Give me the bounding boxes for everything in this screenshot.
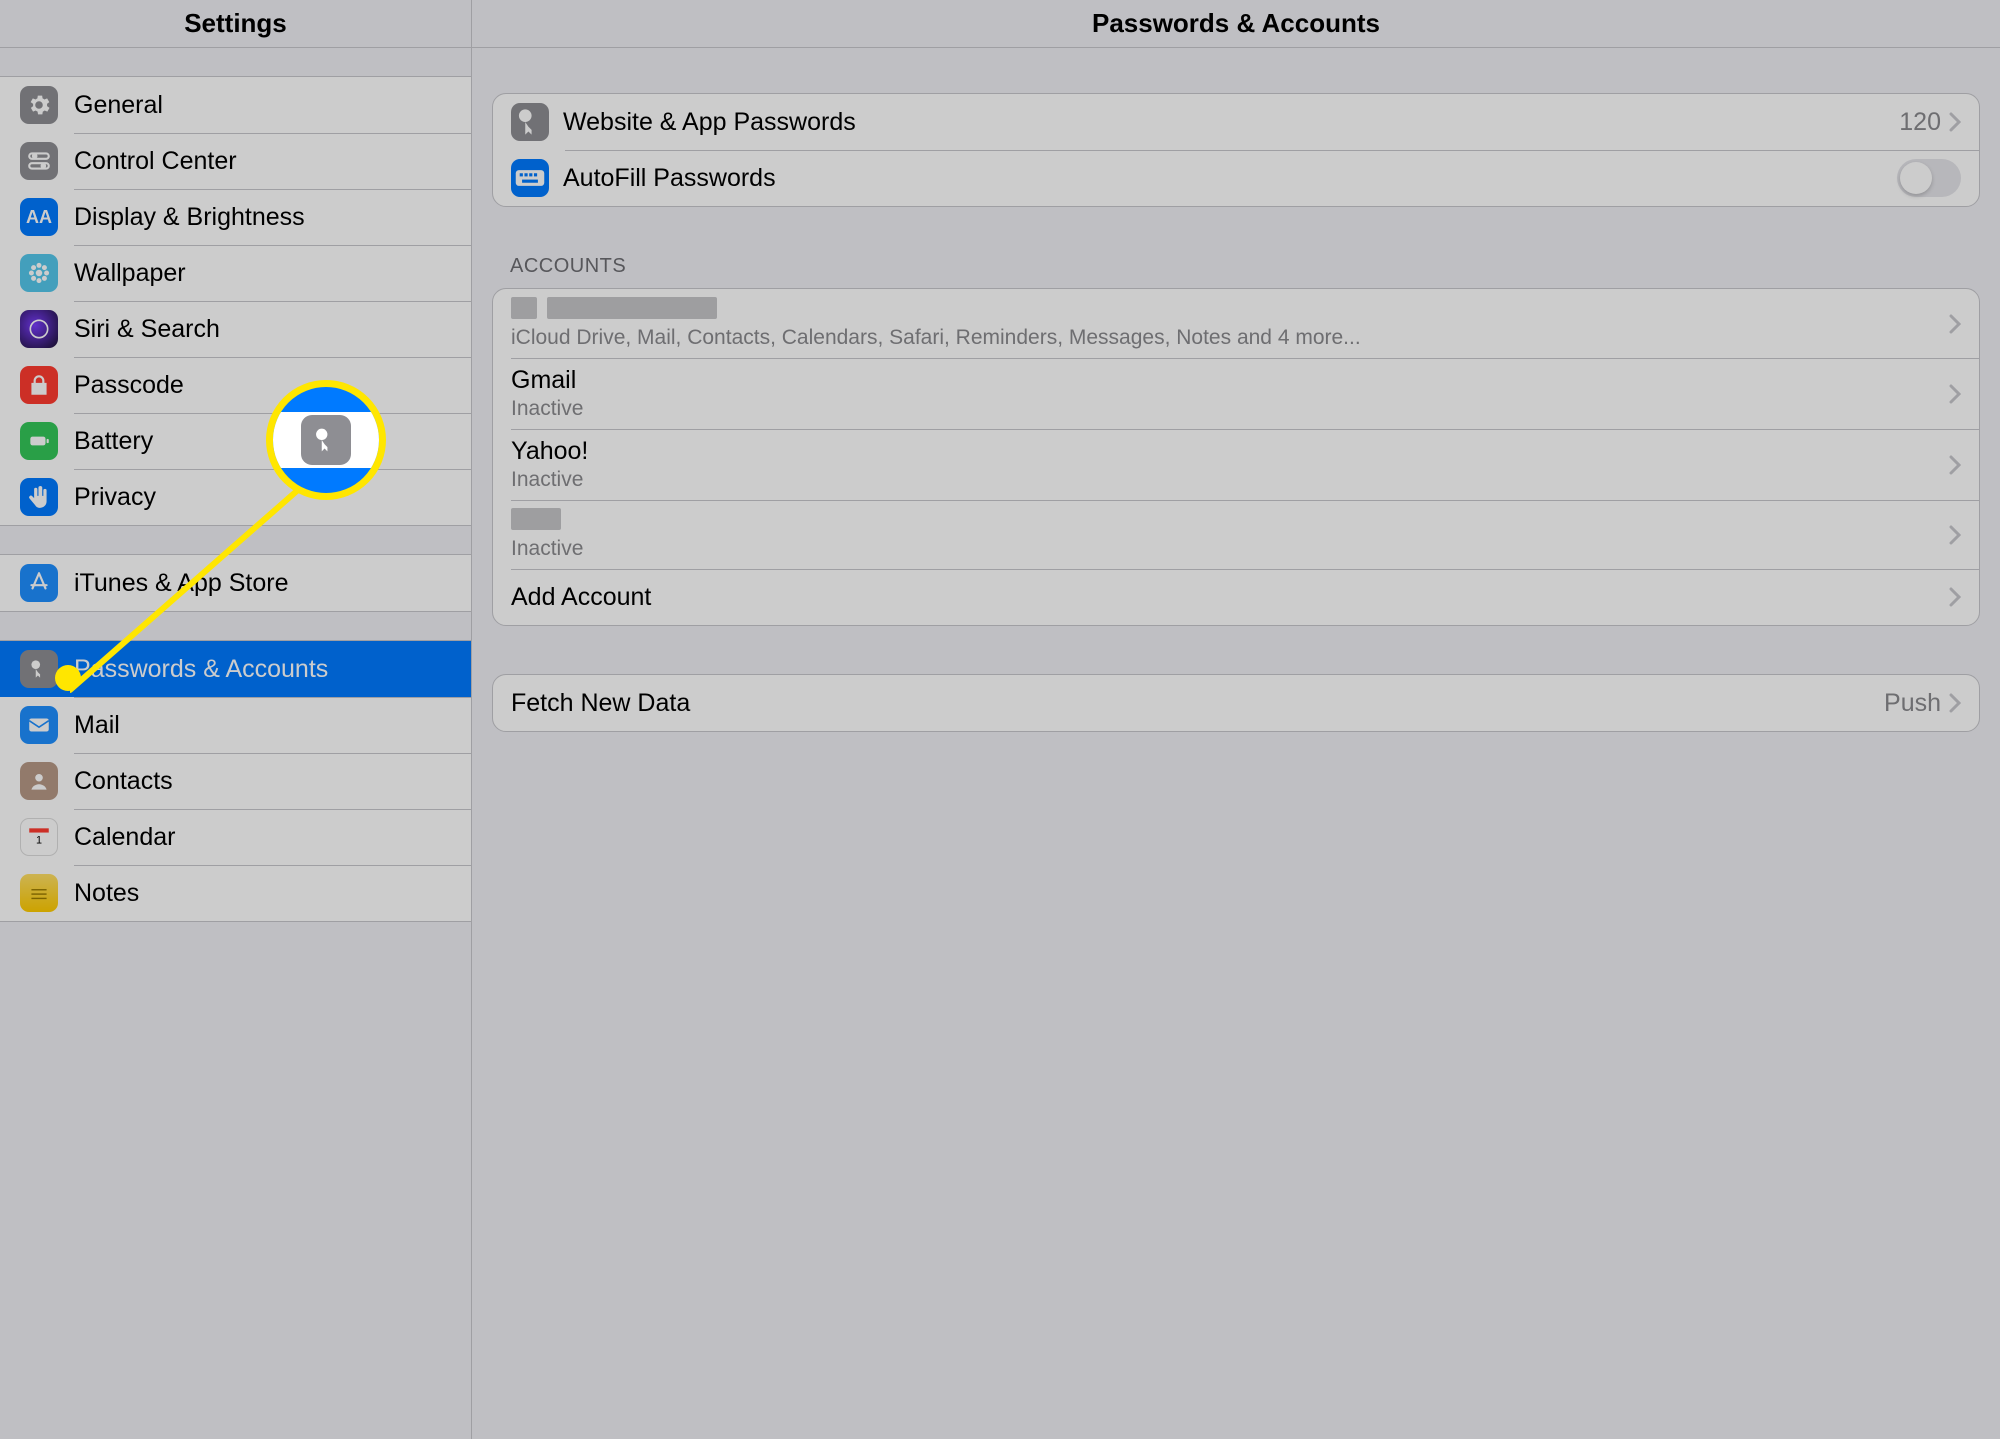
label: Privacy: [74, 483, 156, 512]
row-fetch-new-data[interactable]: Fetch New Data Push: [493, 675, 1979, 731]
account-title-redacted: [511, 297, 1949, 324]
battery-icon: [20, 422, 58, 460]
account-row-yahoo[interactable]: Yahoo! Inactive: [493, 429, 1979, 500]
account-title-redacted: [511, 508, 1949, 535]
accounts-section-header: ACCOUNTS: [492, 207, 1980, 288]
detail-title: Passwords & Accounts: [472, 0, 2000, 48]
detail-scroll[interactable]: Website & App Passwords 120 AutoFill Pas…: [472, 48, 2000, 1439]
label: Battery: [74, 427, 153, 456]
notes-icon: [20, 874, 58, 912]
label: Contacts: [74, 767, 173, 796]
label: Mail: [74, 711, 120, 740]
row-website-passwords[interactable]: Website & App Passwords 120: [493, 94, 1979, 150]
label: Wallpaper: [74, 259, 186, 288]
label: Notes: [74, 879, 139, 908]
siri-icon: [20, 310, 58, 348]
chevron-right-icon: [1949, 525, 1961, 545]
chevron-right-icon: [1949, 384, 1961, 404]
account-subtitle: Inactive: [511, 397, 1949, 421]
chevron-right-icon: [1949, 693, 1961, 713]
label: Siri & Search: [74, 315, 220, 344]
settings-app: Settings General Control Center: [0, 0, 2000, 1439]
sidebar-title: Settings: [0, 0, 471, 48]
chevron-right-icon: [1949, 455, 1961, 475]
row-add-account[interactable]: Add Account: [493, 569, 1979, 625]
keyboard-icon: [511, 159, 549, 197]
row-autofill-passwords[interactable]: AutoFill Passwords: [493, 150, 1979, 206]
chevron-right-icon: [1949, 587, 1961, 607]
flower-icon: [20, 254, 58, 292]
accounts-group: iCloud Drive, Mail, Contacts, Calendars,…: [492, 288, 1980, 626]
lock-icon: [20, 366, 58, 404]
label: AutoFill Passwords: [563, 164, 1897, 193]
autofill-toggle[interactable]: [1897, 159, 1961, 197]
sidebar-item-display[interactable]: AA Display & Brightness: [0, 189, 471, 245]
sidebar-item-passwords-accounts[interactable]: Passwords & Accounts: [0, 641, 471, 697]
account-subtitle: iCloud Drive, Mail, Contacts, Calendars,…: [511, 326, 1949, 350]
label: Website & App Passwords: [563, 108, 1899, 137]
sidebar-group-device: General Control Center AA Display & Brig…: [0, 76, 471, 526]
appstore-icon: [20, 564, 58, 602]
account-row-other[interactable]: Inactive: [493, 500, 1979, 569]
sidebar-item-battery[interactable]: Battery: [0, 413, 471, 469]
sidebar-scroll[interactable]: General Control Center AA Display & Brig…: [0, 48, 471, 1439]
key-icon: [20, 650, 58, 688]
account-title: Yahoo!: [511, 437, 1949, 466]
label: Passwords & Accounts: [74, 655, 328, 684]
fetch-value: Push: [1884, 689, 1941, 718]
sidebar-item-passcode[interactable]: Passcode: [0, 357, 471, 413]
label: Display & Brightness: [74, 203, 305, 232]
sidebar-item-siri[interactable]: Siri & Search: [0, 301, 471, 357]
calendar-icon: 1: [20, 818, 58, 856]
aa-icon: AA: [20, 198, 58, 236]
mail-icon: [20, 706, 58, 744]
account-title: Gmail: [511, 366, 1949, 395]
chevron-right-icon: [1949, 314, 1961, 334]
detail-pane: Passwords & Accounts Website & App Passw…: [472, 0, 2000, 1439]
account-row-gmail[interactable]: Gmail Inactive: [493, 358, 1979, 429]
sidebar-item-wallpaper[interactable]: Wallpaper: [0, 245, 471, 301]
label: Control Center: [74, 147, 237, 176]
label: Calendar: [74, 823, 175, 852]
label: General: [74, 91, 163, 120]
gear-icon: [20, 86, 58, 124]
settings-sidebar: Settings General Control Center: [0, 0, 472, 1439]
sidebar-item-contacts[interactable]: Contacts: [0, 753, 471, 809]
sidebar-item-appstore[interactable]: iTunes & App Store: [0, 555, 471, 611]
website-passwords-count: 120: [1899, 108, 1941, 137]
sidebar-item-general[interactable]: General: [0, 77, 471, 133]
sidebar-group-store: iTunes & App Store: [0, 554, 471, 612]
svg-text:1: 1: [36, 835, 42, 847]
sidebar-group-accounts: Passwords & Accounts Mail Contacts: [0, 640, 471, 922]
account-subtitle: Inactive: [511, 537, 1949, 561]
label: Add Account: [511, 583, 1949, 612]
passwords-group: Website & App Passwords 120 AutoFill Pas…: [492, 93, 1980, 207]
contacts-icon: [20, 762, 58, 800]
fetch-group: Fetch New Data Push: [492, 674, 1980, 732]
label: Fetch New Data: [511, 689, 1884, 718]
label: iTunes & App Store: [74, 569, 288, 598]
sidebar-item-calendar[interactable]: 1 Calendar: [0, 809, 471, 865]
account-subtitle: Inactive: [511, 468, 1949, 492]
chevron-right-icon: [1949, 112, 1961, 132]
switches-icon: [20, 142, 58, 180]
label: Passcode: [74, 371, 184, 400]
sidebar-item-privacy[interactable]: Privacy: [0, 469, 471, 525]
sidebar-item-mail[interactable]: Mail: [0, 697, 471, 753]
hand-icon: [20, 478, 58, 516]
key-icon: [511, 103, 549, 141]
account-row-icloud[interactable]: iCloud Drive, Mail, Contacts, Calendars,…: [493, 289, 1979, 358]
sidebar-item-control-center[interactable]: Control Center: [0, 133, 471, 189]
sidebar-item-notes[interactable]: Notes: [0, 865, 471, 921]
